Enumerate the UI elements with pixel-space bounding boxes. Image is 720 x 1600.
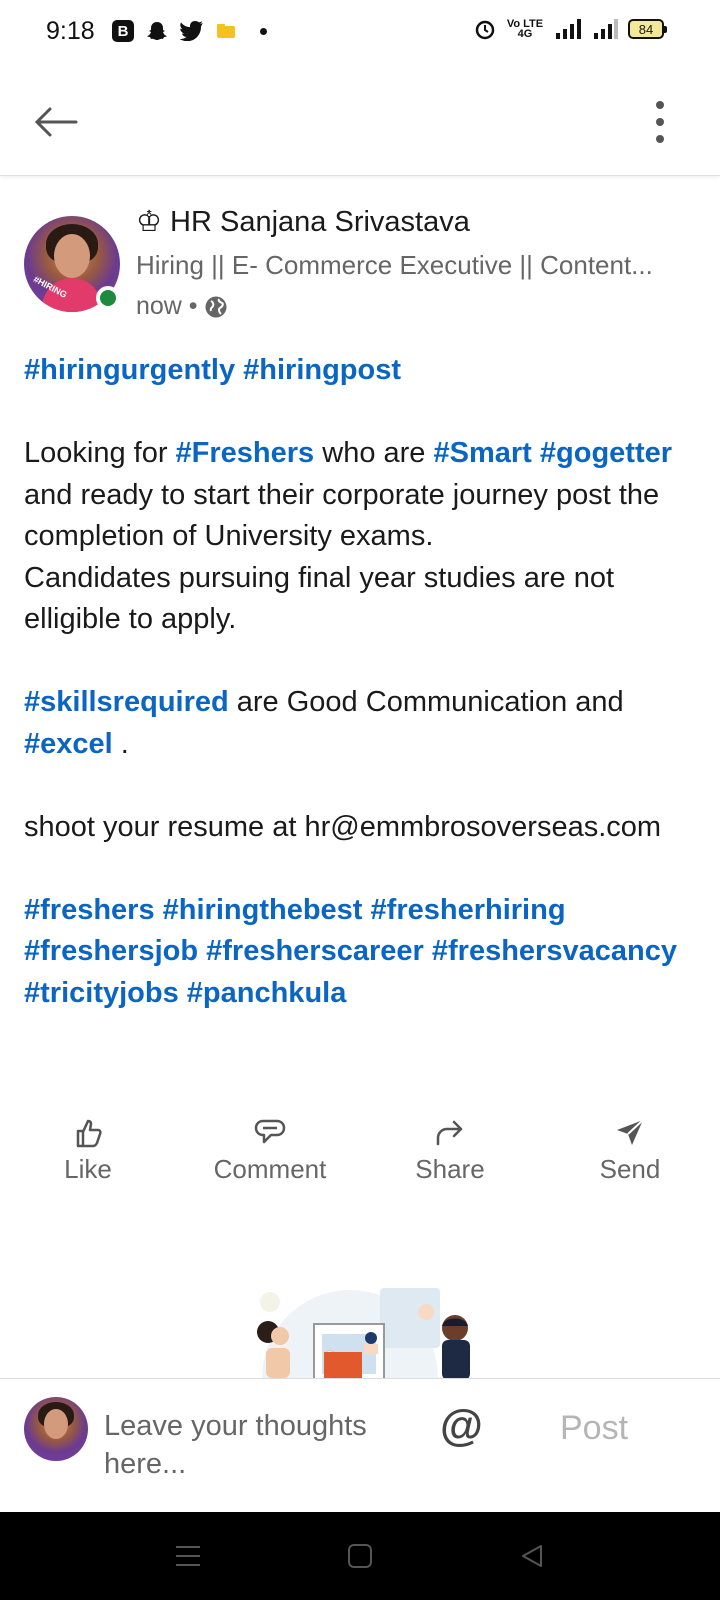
send-button[interactable]: Send	[550, 1118, 710, 1185]
thumbs-up-icon	[76, 1119, 102, 1148]
folder-icon	[217, 24, 235, 38]
hashtag-link[interactable]: #freshers	[24, 894, 155, 926]
home-square-icon	[348, 1544, 372, 1568]
mention-button[interactable]: @	[440, 1401, 483, 1451]
hashtag-link[interactable]: #hiringthebest	[163, 894, 363, 926]
menu-icon	[176, 1546, 200, 1566]
comments-empty-illustration	[257, 1288, 470, 1378]
my-avatar	[24, 1397, 88, 1461]
post-blank-line	[24, 392, 704, 434]
hashtag-link[interactable]: #freshersjob	[24, 935, 198, 967]
network-type: Vo LTE 4G	[506, 18, 544, 40]
like-label: Like	[64, 1154, 112, 1184]
home-button[interactable]	[340, 1540, 380, 1572]
author-name[interactable]: ♔ HR Sanjana Srivastava	[136, 204, 470, 239]
comment-icon	[254, 1119, 286, 1144]
hashtag-link[interactable]: #Smart	[434, 437, 532, 469]
hashtag-link[interactable]: #fresherhiring	[371, 894, 566, 926]
post-text-segment	[179, 977, 187, 1009]
more-notifications-dot	[260, 27, 267, 35]
comment-composer: Leave your thoughts here... @ Post	[0, 1378, 720, 1512]
post-text-segment: are Good Communication and	[228, 686, 624, 718]
post-text-segment: shoot your resume at hr@emmbrosoverseas.…	[24, 810, 662, 843]
like-button[interactable]: Like	[8, 1118, 168, 1185]
author-headline: Hiring || E- Commerce Executive || Conte…	[136, 250, 653, 280]
post-paragraph: Candidates pursuing final year studies a…	[24, 558, 704, 641]
status-bar: 9:18 B Vo LTE 4G 84	[0, 0, 720, 64]
post-text-segment: .	[112, 727, 129, 760]
notification-icons: B	[112, 20, 267, 42]
post-actions: Like Comment Share Send	[0, 1118, 720, 1198]
back-triangle-icon	[522, 1545, 542, 1567]
hashtag-link[interactable]: #panchkula	[187, 977, 347, 1009]
hashtag-link[interactable]: #hiringpost	[243, 354, 401, 386]
hashtag-link[interactable]: #skillsrequired	[24, 686, 229, 718]
arrow-left-icon	[34, 107, 78, 137]
post-text-segment: who are	[314, 437, 434, 469]
status-time: 9:18	[46, 17, 95, 45]
post-comment-button[interactable]: Post	[560, 1409, 628, 1448]
top-app-bar	[0, 64, 720, 176]
more-vertical-icon	[656, 101, 664, 143]
system-navigation-bar	[0, 1512, 720, 1600]
hashtag-link[interactable]: #excel	[24, 728, 113, 760]
share-label: Share	[415, 1154, 485, 1184]
post-text-segment	[198, 935, 206, 967]
post-paragraph: #hiringurgently #hiringpost	[24, 350, 704, 392]
comment-label: Comment	[213, 1154, 327, 1184]
author-avatar[interactable]: #HIRING	[24, 216, 120, 312]
recent-apps-button[interactable]	[168, 1540, 208, 1572]
app-b-icon: B	[112, 20, 134, 42]
post-text-segment	[424, 935, 432, 967]
hashtag-link[interactable]: #freshersvacancy	[432, 935, 677, 967]
post-paragraph: Looking for #Freshers who are #Smart #go…	[24, 433, 704, 558]
send-label: Send	[599, 1154, 661, 1184]
globe-icon	[205, 296, 227, 317]
post-text-segment	[235, 354, 243, 386]
post-paragraph: #freshers #hiringthebest #fresherhiring …	[24, 890, 704, 1015]
post-text-segment	[532, 437, 540, 469]
signal-2-icon	[594, 19, 618, 39]
back-nav-button[interactable]	[512, 1540, 552, 1572]
comment-button[interactable]: Comment	[190, 1118, 350, 1185]
alarm-icon	[475, 20, 495, 40]
post-text-segment	[362, 894, 370, 926]
hashtag-link[interactable]: #gogetter	[540, 437, 672, 469]
back-button[interactable]	[28, 94, 84, 150]
more-options-button[interactable]	[640, 94, 680, 150]
system-icons: Vo LTE 4G 84	[474, 18, 667, 40]
comment-input[interactable]: Leave your thoughts here...	[104, 1407, 404, 1483]
post-time: now •	[136, 292, 198, 320]
post-text-segment: Looking for	[24, 437, 176, 469]
post-meta: now •	[136, 292, 228, 321]
share-arrow-icon	[436, 1120, 463, 1146]
battery-icon: 84	[628, 19, 667, 39]
signal-icon	[556, 19, 581, 39]
send-icon	[617, 1119, 644, 1145]
hashtag-link[interactable]: #Freshers	[176, 437, 315, 469]
post-text-segment: and ready to start their corporate journ…	[24, 478, 660, 553]
hashtag-link[interactable]: #hiringurgently	[24, 354, 235, 386]
post-blank-line	[24, 765, 704, 807]
post-paragraph: #skillsrequired are Good Communication a…	[24, 682, 704, 765]
post-blank-line	[24, 641, 704, 683]
post-text-segment	[155, 894, 163, 926]
twitter-icon	[180, 21, 203, 41]
post-text: #hiringurgently #hiringpost Looking for #…	[24, 350, 704, 1014]
post-blank-line	[24, 848, 704, 890]
hashtag-link[interactable]: #fresherscareer	[206, 935, 424, 967]
hashtag-link[interactable]: #tricityjobs	[24, 977, 179, 1009]
share-button[interactable]: Share	[370, 1118, 530, 1185]
online-status-indicator	[96, 286, 120, 310]
post-paragraph: shoot your resume at hr@emmbrosoverseas.…	[24, 807, 704, 849]
post-text-segment: Candidates pursuing final year studies a…	[24, 561, 615, 636]
snapchat-icon	[147, 22, 167, 40]
